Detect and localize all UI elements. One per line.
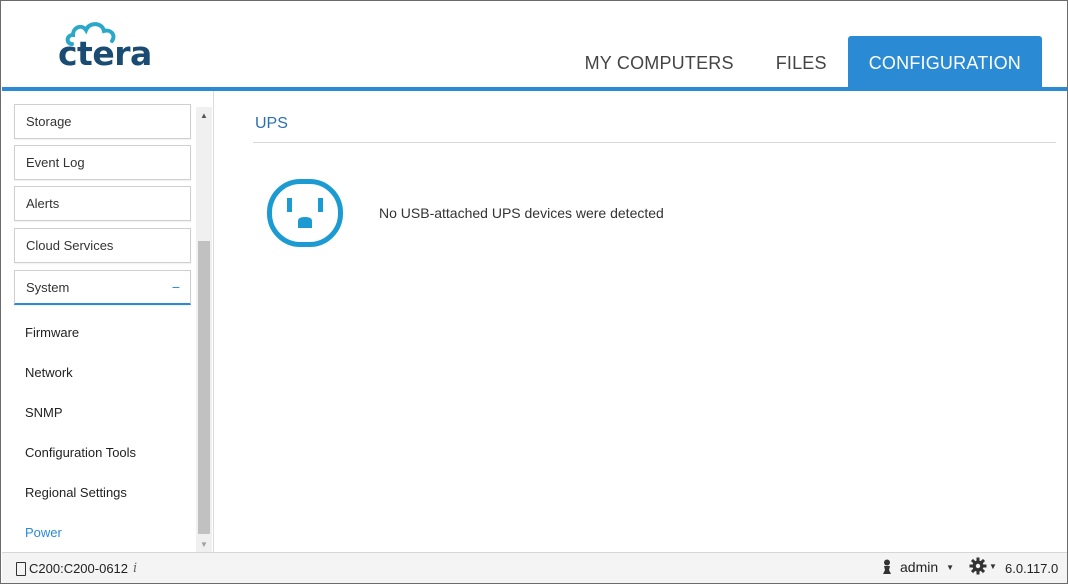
chevron-down-icon: ▼ [989, 561, 997, 571]
sidebar-item-label: Event Log [26, 155, 85, 170]
sidebar-subitem-power[interactable]: Power [25, 525, 62, 540]
settings-menu[interactable]: ▼ [969, 557, 997, 575]
tab-configuration[interactable]: CONFIGURATION [847, 36, 1042, 88]
user-menu[interactable]: admin ▼ [880, 559, 954, 575]
collapse-icon[interactable]: − [172, 279, 180, 295]
tab-my-computers[interactable]: MY COMPUTERS [564, 36, 755, 88]
sidebar-subitem-regional-settings[interactable]: Regional Settings [25, 485, 127, 500]
sidebar-subitem-snmp[interactable]: SNMP [25, 405, 63, 420]
sidebar-subitem-firmware[interactable]: Firmware [25, 325, 79, 340]
sidebar-item-label: Alerts [26, 196, 60, 211]
device-icon [16, 561, 26, 576]
ups-status-message: No USB-attached UPS devices were detecte… [379, 205, 664, 221]
sidebar-scrollbar[interactable]: ▲ ▼ [196, 107, 212, 552]
device-info[interactable]: C200:C200-0612 i [16, 561, 137, 576]
scroll-thumb[interactable] [198, 241, 210, 534]
power-outlet-icon [267, 179, 343, 247]
chevron-down-icon: ▼ [946, 562, 955, 572]
sidebar-item-label: System [26, 279, 70, 295]
version-label: 6.0.117.0 [1005, 561, 1059, 576]
sidebar-item-alerts[interactable]: Alerts [14, 186, 191, 221]
info-icon[interactable]: i [133, 561, 137, 576]
sidebar-item-label: Cloud Services [26, 238, 114, 253]
sidebar-item-event-log[interactable]: Event Log [14, 145, 191, 180]
user-icon [883, 559, 891, 574]
device-name: C200:C200-0612 [29, 561, 129, 576]
app-window: ctera MY COMPUTERS FILES CONFIGURATION S… [0, 0, 1068, 584]
sidebar-item-system[interactable]: System − [14, 270, 191, 305]
gear-icon [969, 557, 987, 575]
scroll-up-arrow-icon[interactable]: ▲ [196, 107, 212, 123]
username: admin [900, 559, 939, 575]
sidebar-item-label: Storage [26, 114, 72, 129]
sidebar-item-cloud-services[interactable]: Cloud Services [14, 228, 191, 263]
ctera-logo[interactable]: ctera [58, 20, 158, 73]
header: ctera MY COMPUTERS FILES CONFIGURATION [2, 2, 1067, 88]
main-nav: MY COMPUTERS FILES CONFIGURATION [564, 36, 1042, 88]
sidebar: Storage Event Log Alerts Cloud Services … [2, 91, 214, 552]
main-content: UPS No USB-attached UPS devices were det… [215, 91, 1067, 552]
status-bar: C200:C200-0612 i admin ▼ ▼ 6.0.117.0 [2, 552, 1067, 583]
sidebar-subitem-configuration-tools[interactable]: Configuration Tools [25, 445, 136, 460]
sidebar-subitem-network[interactable]: Network [25, 365, 73, 380]
tab-files[interactable]: FILES [755, 36, 848, 88]
scroll-down-arrow-icon[interactable]: ▼ [196, 536, 212, 552]
title-divider [253, 142, 1056, 143]
sidebar-item-storage[interactable]: Storage [14, 104, 191, 139]
page-title: UPS [255, 115, 288, 132]
logo-text: ctera [58, 34, 152, 73]
